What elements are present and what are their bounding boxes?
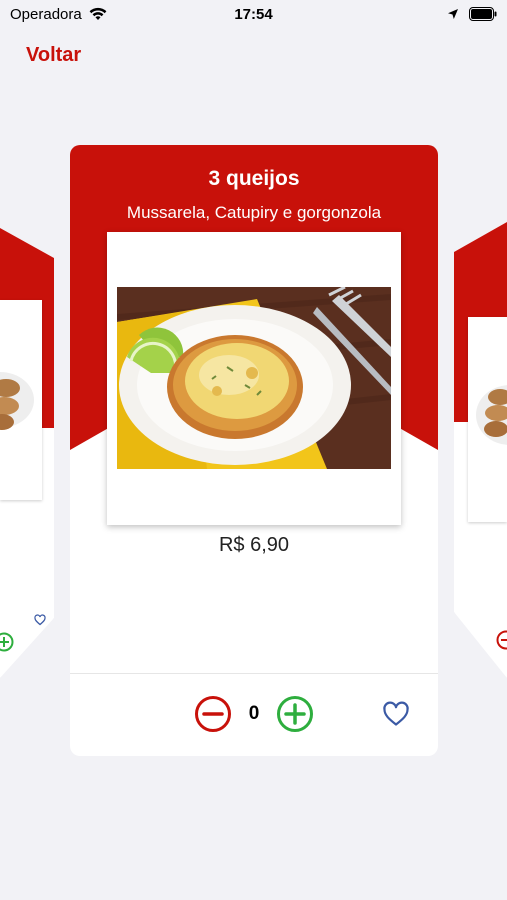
previous-plus-icon[interactable] [0,632,14,652]
next-minus-icon[interactable] [496,630,507,650]
product-price: R$ 6,90 [218,534,290,556]
increase-quantity-button[interactable] [276,695,314,733]
next-product-card[interactable] [454,222,507,678]
card-divider [70,673,438,674]
quantity-controls: 0 [70,695,438,735]
quantity-value: 0 [248,703,260,724]
product-card: 3 queijos Mussarela, Catupiry e gorgonzo… [70,145,438,756]
next-product-photo [468,317,507,522]
status-right [447,7,497,21]
product-photo-frame [107,232,401,525]
favorite-heart-icon[interactable] [382,701,410,727]
previous-product-card[interactable] [0,228,54,678]
product-description: Mussarela, Catupiry e gorgonzola [126,203,382,222]
location-arrow-icon [448,9,458,19]
carrier-label: Operadora [10,5,82,23]
battery-icon [469,7,497,21]
wifi-icon [89,7,107,20]
decrease-quantity-button[interactable] [194,695,232,733]
previous-heart-icon[interactable] [34,614,46,626]
status-bar: Operadora 17:54 [0,0,507,28]
back-button[interactable]: Voltar [26,44,81,67]
previous-product-photo [0,300,42,500]
status-left: Operadora [10,6,108,23]
product-photo [117,287,391,469]
product-title: 3 queijos [208,167,300,190]
